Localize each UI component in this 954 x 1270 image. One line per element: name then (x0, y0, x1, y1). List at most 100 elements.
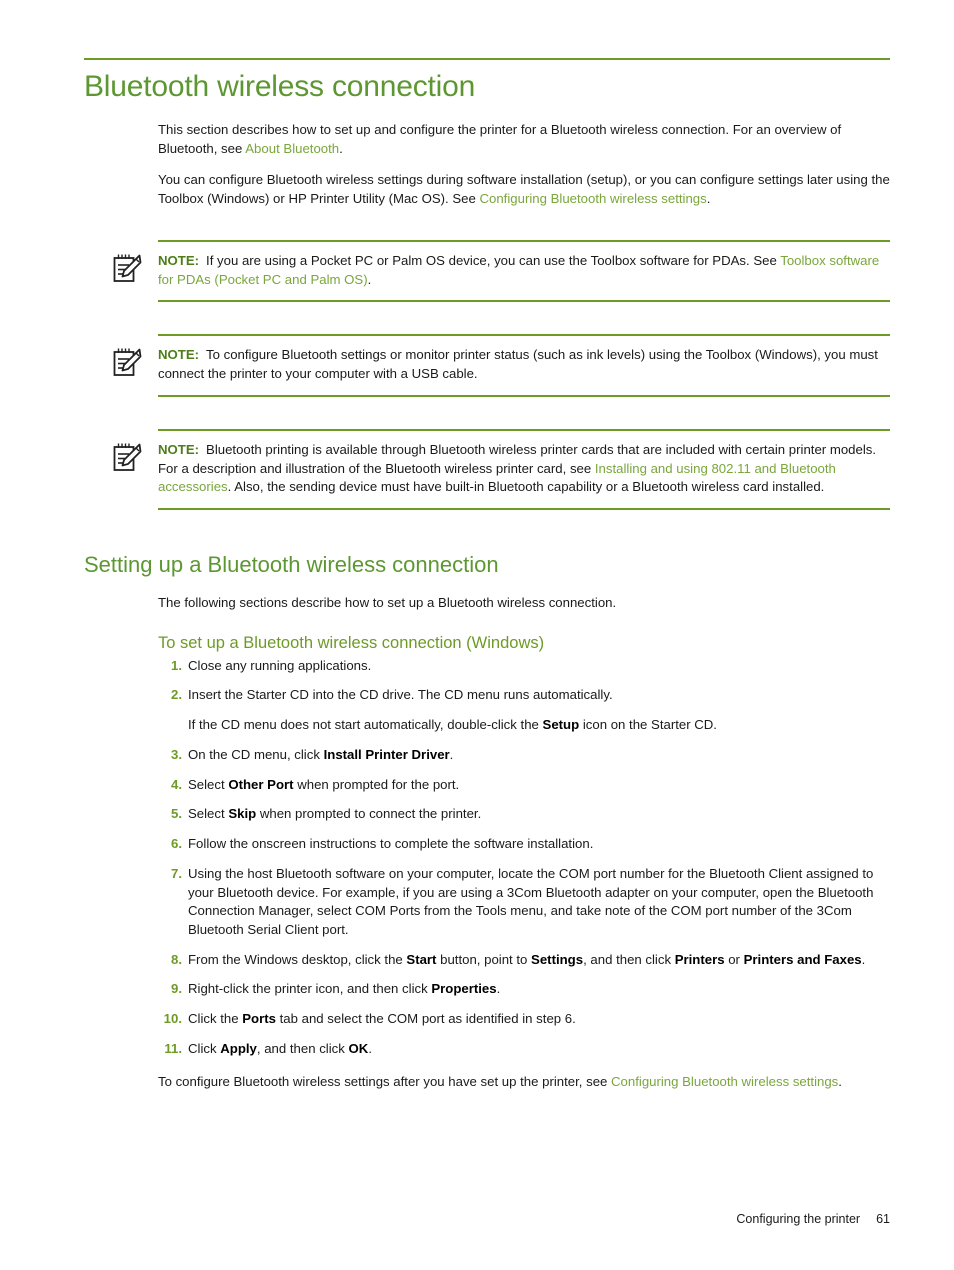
closing-text-after: . (838, 1073, 842, 1089)
step-number: 4. (171, 776, 182, 792)
step-item: 4. Select Other Port when prompted for th… (158, 776, 890, 795)
link-configuring-bluetooth-wireless-settings-closing[interactable]: Configuring Bluetooth wireless settings (611, 1074, 838, 1089)
note-text-after: . Also, the sending device must have bui… (227, 479, 825, 495)
step-text: . (449, 746, 454, 762)
step-item: 2. Insert the Starter CD into the CD driv… (158, 686, 890, 734)
step-number: 2. (171, 687, 182, 703)
step-body: Close any running applications. (188, 658, 371, 673)
step-text: . (368, 1040, 372, 1056)
note-pad-pencil-icon (112, 441, 142, 473)
step-emphasis: Apply (220, 1040, 257, 1056)
step-item: 9. Right-click the printer icon, and then… (158, 980, 890, 999)
note-spacer (84, 302, 890, 334)
step-emphasis: Printers and Faxes (743, 951, 862, 967)
note-spacer (84, 397, 890, 429)
step-number: 7. (171, 865, 182, 881)
intro-p2-text-after: . (706, 191, 711, 207)
footer-section-name: Configuring the printer (736, 1212, 861, 1226)
step-text: icon on the Starter CD. (579, 717, 717, 733)
note-rule-bottom (158, 508, 890, 511)
step-number: 10. (163, 1011, 182, 1027)
step-text: , and then click (256, 1040, 349, 1056)
step-emphasis: Properties (431, 981, 497, 997)
step-text: tab and select the COM port as identifie… (275, 1011, 576, 1027)
step-emphasis: Skip (228, 806, 257, 822)
note-body: NOTE: Bluetooth printing is available thr… (158, 431, 890, 508)
step-text: If the CD menu does not start automatica… (188, 717, 543, 733)
step-body: Right-click the printer icon, and then c… (188, 981, 500, 996)
step-number: 5. (171, 806, 182, 822)
step-body: Insert the Starter CD into the CD drive.… (188, 687, 613, 702)
step-number: 6. (171, 836, 182, 852)
step-body: From the Windows desktop, click the Star… (188, 952, 865, 967)
step-item: 8. From the Windows desktop, click the St… (158, 951, 890, 970)
step-number: 11. (164, 1040, 182, 1056)
page-title: Bluetooth wireless connection (84, 70, 476, 103)
step-text: . (496, 981, 501, 997)
closing-paragraph: To configure Bluetooth wireless settings… (158, 1073, 890, 1092)
step-emphasis: Setup (542, 717, 580, 733)
step-text: Right-click the printer icon, and then c… (188, 981, 432, 997)
page-top-rule (84, 58, 890, 60)
step-number: 3. (171, 746, 182, 762)
note-pad-pencil-icon (112, 346, 142, 378)
step-text: , and then click (583, 951, 675, 967)
step-number: 8. (171, 951, 182, 967)
step-text: . (861, 951, 866, 967)
step-text: when prompted to connect the printer. (256, 806, 482, 822)
step-text: when prompted for the port. (293, 776, 460, 792)
footer-page-number: 61 (876, 1212, 890, 1226)
intro-paragraph-1: This section describes how to set up and… (158, 121, 890, 158)
intro-paragraph-2: You can configure Bluetooth wireless set… (158, 171, 890, 208)
step-body: Click Apply, and then click OK. (188, 1041, 372, 1056)
step-text: From the Windows desktop, click the (188, 951, 407, 967)
step-text: Close any running applications. (188, 657, 372, 673)
page-footer: Configuring the printer 61 (84, 1212, 890, 1226)
page-content: Bluetooth wireless connection This secti… (84, 70, 890, 1105)
steps-list: 1. Close any running applications. 2. Inser… (158, 657, 890, 1059)
note-body: NOTE: If you are using a Pocket PC or Pal… (158, 242, 890, 300)
step-body: Select Other Port when prompted for the … (188, 777, 459, 792)
step-text: Select (188, 776, 229, 792)
step-emphasis: Install Printer Driver (323, 746, 450, 762)
section-body: The following sections describe how to s… (158, 594, 890, 1091)
intro-p1-text-after: . (339, 140, 343, 156)
note-label: NOTE: (158, 347, 200, 363)
step-emphasis: Other Port (228, 776, 294, 792)
step-body: Using the host Bluetooth software on you… (188, 866, 873, 937)
note-block: NOTE: If you are using a Pocket PC or Pal… (84, 239, 890, 303)
step-emphasis: Printers (674, 951, 725, 967)
step-text: Click (188, 1040, 221, 1056)
step-body: Select Skip when prompted to connect the… (188, 806, 481, 821)
link-configuring-bluetooth-wireless-settings[interactable]: Configuring Bluetooth wireless settings (479, 191, 706, 206)
note-text-before: If you are using a Pocket PC or Palm OS … (206, 252, 781, 268)
step-item: 10. Click the Ports tab and select the CO… (158, 1010, 890, 1029)
step-text: On the CD menu, click (188, 746, 324, 762)
note-text-before: To configure Bluetooth settings or monit… (158, 347, 878, 382)
note-text-after: . (367, 271, 372, 287)
note-rule-bottom (158, 394, 890, 397)
note-pad-pencil-icon (112, 252, 142, 284)
step-body: Click the Ports tab and select the COM p… (188, 1011, 576, 1026)
note-rule-bottom (158, 300, 890, 303)
step-item: 3. On the CD menu, click Install Printer … (158, 746, 890, 765)
step-text: button, point to (436, 951, 532, 967)
document-page: Bluetooth wireless connection This secti… (0, 0, 954, 1270)
link-about-bluetooth[interactable]: About Bluetooth (245, 141, 339, 156)
step-text: or (724, 951, 744, 967)
note-block: NOTE: To configure Bluetooth settings or … (84, 334, 890, 397)
step-text: Follow the onscreen instructions to comp… (188, 836, 594, 852)
step-emphasis: Settings (531, 951, 584, 967)
step-text: Using the host Bluetooth software on you… (188, 865, 874, 937)
step-number: 9. (171, 981, 182, 997)
step-emphasis: Ports (242, 1011, 276, 1027)
step-item: 11. Click Apply, and then click OK. (158, 1040, 890, 1059)
step-text: Insert the Starter CD into the CD drive.… (188, 687, 613, 703)
step-body: Follow the onscreen instructions to comp… (188, 836, 593, 851)
step-number: 1. (171, 657, 182, 673)
note-block: NOTE: Bluetooth printing is available thr… (84, 428, 890, 511)
subsection-title: To set up a Bluetooth wireless connectio… (158, 634, 545, 653)
closing-text-before: To configure Bluetooth wireless settings… (158, 1073, 612, 1089)
step-item: 6. Follow the onscreen instructions to co… (158, 835, 890, 854)
step-emphasis: Start (406, 951, 437, 967)
